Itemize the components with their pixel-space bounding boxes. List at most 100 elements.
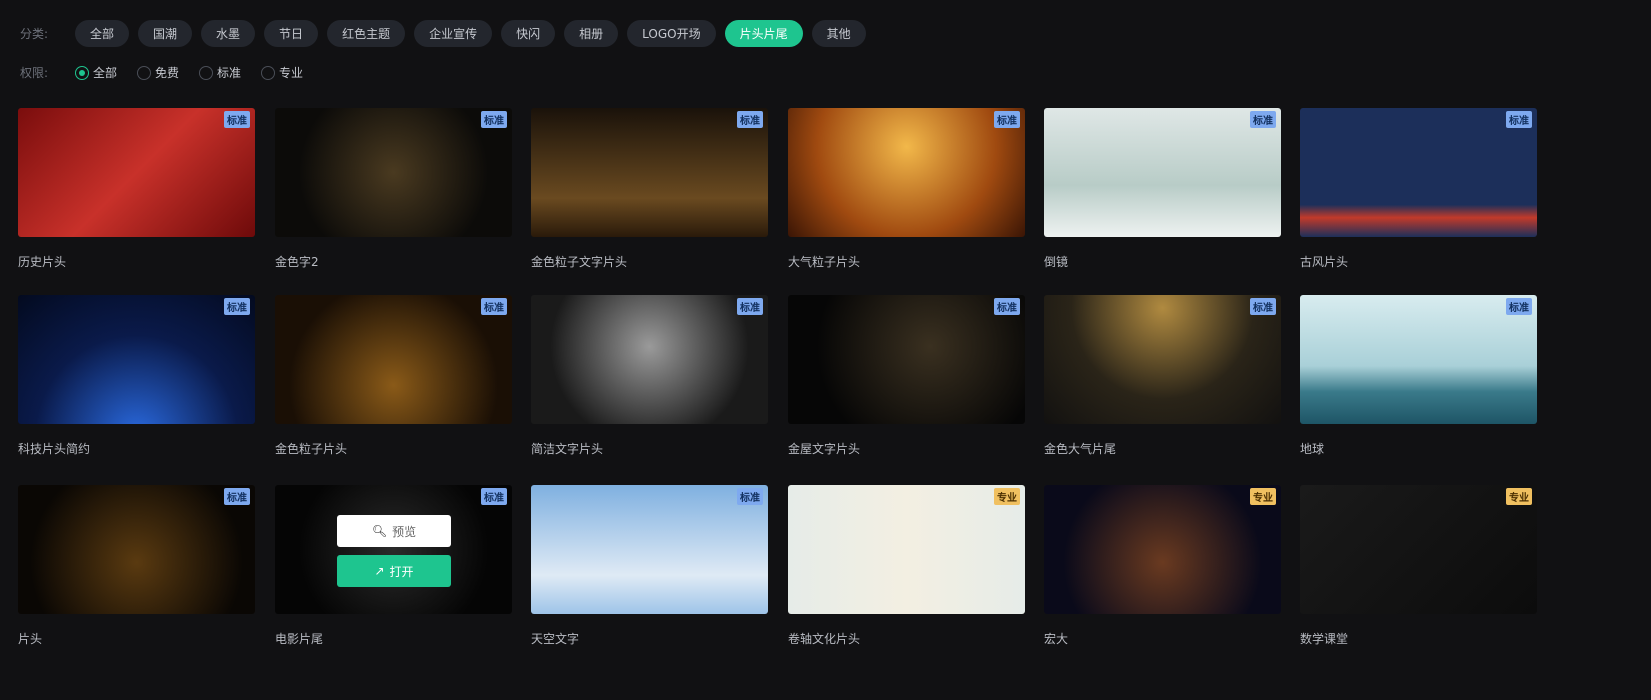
tier-badge: 标准 <box>481 298 507 315</box>
category-chip[interactable]: 片头片尾 <box>724 20 803 47</box>
tier-badge: 标准 <box>1506 298 1532 315</box>
template-card[interactable]: 专业卷轴文化片头 <box>788 485 1025 647</box>
template-name: 金色字2 <box>275 255 319 269</box>
template-card[interactable]: 标准金屋文字片头 <box>788 295 1025 457</box>
template-card[interactable]: 标准 🔍︎ 预览 ↗ 打开电影片尾 <box>275 485 512 647</box>
tier-badge: 专业 <box>1250 488 1276 505</box>
template-card[interactable]: 标准金色粒子片头 <box>275 295 512 457</box>
tier-badge: 标准 <box>737 298 763 315</box>
template-card[interactable]: 标准简洁文字片头 <box>531 295 768 457</box>
radio-circle-icon <box>137 65 152 80</box>
tier-badge: 标准 <box>481 488 507 505</box>
template-name: 天空文字 <box>531 632 580 646</box>
template-card[interactable]: 标准地球 <box>1300 295 1537 457</box>
template-thumbnail[interactable]: 标准 <box>1044 108 1281 237</box>
template-card[interactable]: 专业数学课堂 <box>1300 485 1537 647</box>
radio-circle-icon <box>199 65 214 80</box>
template-card[interactable]: 标准金色字2 <box>275 108 512 270</box>
template-thumbnail[interactable]: 标准 <box>1300 295 1537 424</box>
tier-badge: 标准 <box>737 488 763 505</box>
template-thumbnail[interactable]: 标准 <box>788 295 1025 424</box>
search-icon: 🔍︎ <box>371 524 388 538</box>
template-name: 倒镜 <box>1044 255 1069 269</box>
template-card[interactable]: 标准金色大气片尾 <box>1044 295 1281 457</box>
template-thumbnail[interactable]: 专业 <box>788 485 1025 614</box>
category-filter: 分类: 全部 国潮 水墨 节日 红色主题 企业宣传 快闪 相册 LOGO开场 片头片尾 其他 <box>20 20 875 47</box>
arrow-up-right-icon: ↗ <box>374 564 385 578</box>
template-name: 金色大气片尾 <box>1044 442 1117 456</box>
tier-badge: 专业 <box>1506 488 1532 505</box>
template-name: 简洁文字片头 <box>531 442 604 456</box>
category-chip[interactable]: 企业宣传 <box>414 20 493 47</box>
tier-badge: 标准 <box>224 111 250 128</box>
template-card[interactable]: 标准倒镜 <box>1044 108 1281 270</box>
category-chip[interactable]: 全部 <box>75 20 130 47</box>
tier-badge: 标准 <box>1250 111 1276 128</box>
template-card[interactable]: 专业宏大 <box>1044 485 1281 647</box>
permission-radio[interactable]: 全部 <box>75 64 117 81</box>
template-name: 片头 <box>18 632 43 646</box>
tier-badge: 标准 <box>994 298 1020 315</box>
template-name: 科技片头简约 <box>18 442 91 456</box>
template-thumbnail[interactable]: 标准 <box>18 108 255 237</box>
template-thumbnail[interactable]: 标准 <box>531 108 768 237</box>
tier-badge: 标准 <box>224 298 250 315</box>
template-card[interactable]: 标准古风片头 <box>1300 108 1537 270</box>
template-card[interactable]: 标准科技片头简约 <box>18 295 255 457</box>
permission-label: 权限: <box>20 66 49 80</box>
template-card[interactable]: 标准 大气粒子片头 <box>788 108 1025 270</box>
template-thumbnail[interactable]: 标准 <box>275 295 512 424</box>
template-thumbnail[interactable]: 专业 <box>1300 485 1537 614</box>
category-chip[interactable]: 快闪 <box>501 20 556 47</box>
tier-badge: 专业 <box>994 488 1020 505</box>
tier-badge: 标准 <box>994 111 1020 128</box>
permission-radio[interactable]: 标准 <box>199 64 241 81</box>
tier-badge: 标准 <box>481 111 507 128</box>
permission-filter: 权限: 全部 免费 标准 专业 <box>20 64 323 81</box>
template-name: 金屋文字片头 <box>788 442 861 456</box>
permission-radio[interactable]: 专业 <box>261 64 303 81</box>
radio-circle-icon <box>75 65 89 80</box>
template-thumbnail[interactable]: 标准 <box>788 108 1025 237</box>
template-name: 卷轴文化片头 <box>788 632 861 646</box>
template-thumbnail[interactable]: 标准 <box>531 485 768 614</box>
template-thumbnail[interactable]: 标准 <box>1300 108 1537 237</box>
template-name: 历史片头 <box>18 255 67 269</box>
radio-label: 全部 <box>93 66 118 80</box>
category-label: 分类: <box>20 27 49 41</box>
preview-button[interactable]: 🔍︎ 预览 <box>337 515 451 547</box>
radio-circle-icon <box>261 65 276 80</box>
category-chip[interactable]: 其他 <box>811 20 866 47</box>
template-thumbnail[interactable]: 标准 <box>18 485 255 614</box>
template-thumbnail[interactable]: 标准 🔍︎ 预览 ↗ 打开 <box>275 485 512 614</box>
template-card[interactable]: 标准历史片头 <box>18 108 255 270</box>
template-card[interactable]: 标准片头 <box>18 485 255 647</box>
template-thumbnail[interactable]: 标准 <box>18 295 255 424</box>
template-name: 宏大 <box>1044 632 1069 646</box>
tier-badge: 标准 <box>224 488 250 505</box>
template-name: 地球 <box>1300 442 1325 456</box>
category-chip[interactable]: LOGO开场 <box>627 20 716 47</box>
tier-badge: 标准 <box>1250 298 1276 315</box>
radio-label: 免费 <box>155 66 180 80</box>
template-name: 数学课堂 <box>1300 632 1349 646</box>
category-chip[interactable]: 相册 <box>564 20 619 47</box>
open-button[interactable]: ↗ 打开 <box>337 555 451 587</box>
template-thumbnail[interactable]: 标准 <box>531 295 768 424</box>
tier-badge: 标准 <box>737 111 763 128</box>
category-chip[interactable]: 水墨 <box>201 20 256 47</box>
template-thumbnail[interactable]: 标准 <box>1044 295 1281 424</box>
radio-label: 专业 <box>279 66 304 80</box>
template-thumbnail[interactable]: 标准 <box>275 108 512 237</box>
permission-radio[interactable]: 免费 <box>137 64 179 81</box>
template-name: 金色粒子片头 <box>275 442 348 456</box>
template-name: 电影片尾 <box>275 632 324 646</box>
category-chip[interactable]: 国潮 <box>138 20 193 47</box>
tier-badge: 标准 <box>1506 111 1532 128</box>
category-chip[interactable]: 红色主题 <box>327 20 406 47</box>
template-name: 古风片头 <box>1300 255 1349 269</box>
template-thumbnail[interactable]: 专业 <box>1044 485 1281 614</box>
template-card[interactable]: 标准天空文字 <box>531 485 768 647</box>
template-card[interactable]: 标准 金色粒子文字片头 <box>531 108 768 270</box>
category-chip[interactable]: 节日 <box>264 20 319 47</box>
